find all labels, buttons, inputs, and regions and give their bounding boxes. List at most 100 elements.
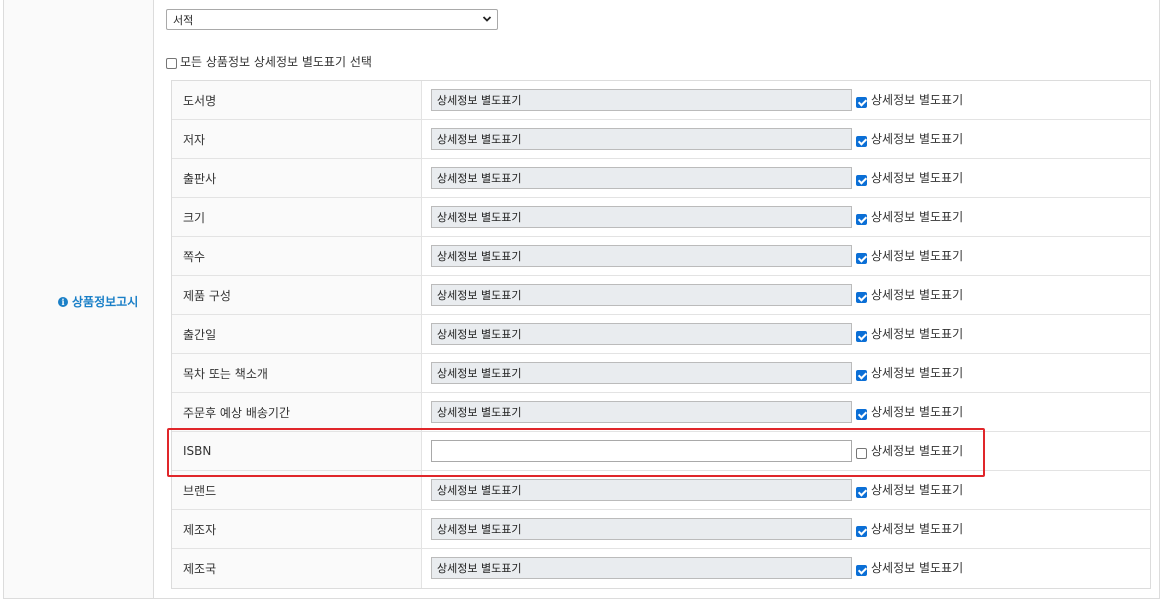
product-info-table: 도서명 상세정보 별도표기 상세정보 별도표기 저자 상세정보 별도표기 상세정보 별도표… (171, 80, 1151, 589)
row-value-input: 상세정보 별도표기 (431, 128, 852, 150)
row-separate-display-option[interactable]: 상세정보 별도표기 (856, 442, 963, 459)
row-label: 브랜드 (172, 471, 422, 509)
table-row: 목차 또는 책소개 상세정보 별도표기 상세정보 별도표기 (172, 354, 1150, 393)
row-label: 쪽수 (172, 237, 422, 275)
row-field-cell: 상세정보 별도표기 상세정보 별도표기 (422, 198, 1150, 236)
row-separate-display-option[interactable]: 상세정보 별도표기 (856, 559, 963, 576)
row-separate-display-option[interactable]: 상세정보 별도표기 (856, 247, 963, 264)
row-separate-display-option[interactable]: 상세정보 별도표기 (856, 130, 963, 147)
row-field-cell: 상세정보 별도표기 상세정보 별도표기 (422, 510, 1150, 548)
row-separate-display-option[interactable]: 상세정보 별도표기 (856, 364, 963, 381)
chevron-down-icon (482, 16, 492, 22)
row-separate-display-checkbox[interactable] (856, 136, 867, 147)
row-label: ISBN (172, 432, 422, 470)
row-label: 저자 (172, 120, 422, 158)
row-separate-display-option[interactable]: 상세정보 별도표기 (856, 325, 963, 342)
row-value-input[interactable] (431, 440, 852, 462)
row-separate-display-checkbox[interactable] (856, 448, 867, 459)
row-separate-display-checkbox[interactable] (856, 253, 867, 264)
row-value-input: 상세정보 별도표기 (431, 518, 852, 540)
row-separate-display-label: 상세정보 별도표기 (871, 171, 964, 185)
row-separate-display-option[interactable]: 상세정보 별도표기 (856, 403, 963, 420)
row-field-cell: 상세정보 별도표기 (422, 432, 1150, 470)
row-separate-display-label: 상세정보 별도표기 (871, 522, 964, 536)
table-row: 출간일 상세정보 별도표기 상세정보 별도표기 (172, 315, 1150, 354)
select-all-label: 모든 상품정보 상세정보 별도표기 선택 (180, 55, 372, 69)
row-value-input: 상세정보 별도표기 (431, 557, 852, 579)
row-value-input: 상세정보 별도표기 (431, 362, 852, 384)
info-icon: i (58, 296, 68, 307)
row-value-input: 상세정보 별도표기 (431, 323, 852, 345)
table-row: 저자 상세정보 별도표기 상세정보 별도표기 (172, 120, 1150, 159)
row-separate-display-checkbox[interactable] (856, 565, 867, 576)
row-label: 크기 (172, 198, 422, 236)
row-separate-display-checkbox[interactable] (856, 370, 867, 381)
row-separate-display-label: 상세정보 별도표기 (871, 210, 964, 224)
row-separate-display-checkbox[interactable] (856, 331, 867, 342)
row-separate-display-checkbox[interactable] (856, 175, 867, 186)
row-separate-display-label: 상세정보 별도표기 (871, 366, 964, 380)
row-separate-display-label: 상세정보 별도표기 (871, 93, 964, 107)
row-separate-display-option[interactable]: 상세정보 별도표기 (856, 91, 963, 108)
row-field-cell: 상세정보 별도표기 상세정보 별도표기 (422, 276, 1150, 314)
row-separate-display-option[interactable]: 상세정보 별도표기 (856, 208, 963, 225)
row-label: 주문후 예상 배송기간 (172, 393, 422, 431)
row-separate-display-option[interactable]: 상세정보 별도표기 (856, 520, 963, 537)
row-field-cell: 상세정보 별도표기 상세정보 별도표기 (422, 120, 1150, 158)
row-separate-display-label: 상세정보 별도표기 (871, 483, 964, 497)
select-all-option[interactable]: 모든 상품정보 상세정보 별도표기 선택 (166, 53, 372, 70)
row-separate-display-option[interactable]: 상세정보 별도표기 (856, 286, 963, 303)
row-separate-display-label: 상세정보 별도표기 (871, 327, 964, 341)
row-value-input: 상세정보 별도표기 (431, 479, 852, 501)
row-separate-display-label: 상세정보 별도표기 (871, 288, 964, 302)
row-field-cell: 상세정보 별도표기 상세정보 별도표기 (422, 315, 1150, 353)
row-label: 제조자 (172, 510, 422, 548)
product-info-panel: i 상품정보고시 서적 모든 상품정보 상세정보 별도표기 선택 도서명상세정보… (3, 0, 1160, 599)
row-separate-display-checkbox[interactable] (856, 409, 867, 420)
table-row: 쪽수 상세정보 별도표기 상세정보 별도표기 (172, 237, 1150, 276)
table-row: 제품 구성 상세정보 별도표기 상세정보 별도표기 (172, 276, 1150, 315)
row-separate-display-checkbox[interactable] (856, 97, 867, 108)
select-all-checkbox[interactable] (166, 57, 177, 69)
table-row: 브랜드 상세정보 별도표기 상세정보 별도표기 (172, 471, 1150, 510)
row-field-cell: 상세정보 별도표기 상세정보 별도표기 (422, 393, 1150, 431)
row-separate-display-option[interactable]: 상세정보 별도표기 (856, 169, 963, 186)
row-value-input: 상세정보 별도표기 (431, 401, 852, 423)
table-row: ISBN 상세정보 별도표기 (172, 432, 1150, 471)
category-select[interactable]: 서적 (166, 9, 498, 30)
row-separate-display-checkbox[interactable] (856, 214, 867, 225)
table-row: 도서명 상세정보 별도표기 상세정보 별도표기 (172, 81, 1150, 120)
table-row: 주문후 예상 배송기간 상세정보 별도표기 상세정보 별도표기 (172, 393, 1150, 432)
row-separate-display-checkbox[interactable] (856, 526, 867, 537)
row-value-input: 상세정보 별도표기 (431, 206, 852, 228)
row-value-input: 상세정보 별도표기 (431, 89, 852, 111)
row-field-cell: 상세정보 별도표기 상세정보 별도표기 (422, 471, 1150, 509)
table-row: 제조자 상세정보 별도표기 상세정보 별도표기 (172, 510, 1150, 549)
row-label: 도서명 (172, 81, 422, 119)
row-field-cell: 상세정보 별도표기 상세정보 별도표기 (422, 159, 1150, 197)
section-title-text: 상품정보고시 (72, 295, 139, 309)
row-separate-display-checkbox[interactable] (856, 292, 867, 303)
row-separate-display-option[interactable]: 상세정보 별도표기 (856, 481, 963, 498)
row-field-cell: 상세정보 별도표기 상세정보 별도표기 (422, 81, 1150, 119)
row-label: 제품 구성 (172, 276, 422, 314)
row-label: 제조국 (172, 549, 422, 588)
row-label: 출판사 (172, 159, 422, 197)
row-separate-display-label: 상세정보 별도표기 (871, 132, 964, 146)
row-value-input: 상세정보 별도표기 (431, 167, 852, 189)
row-value-input: 상세정보 별도표기 (431, 284, 852, 306)
row-separate-display-label: 상세정보 별도표기 (871, 561, 964, 575)
category-select-value: 서적 (173, 13, 194, 27)
row-label: 목차 또는 책소개 (172, 354, 422, 392)
row-separate-display-label: 상세정보 별도표기 (871, 249, 964, 263)
row-field-cell: 상세정보 별도표기 상세정보 별도표기 (422, 354, 1150, 392)
row-separate-display-label: 상세정보 별도표기 (871, 444, 964, 458)
row-field-cell: 상세정보 별도표기 상세정보 별도표기 (422, 549, 1150, 588)
row-label: 출간일 (172, 315, 422, 353)
row-field-cell: 상세정보 별도표기 상세정보 별도표기 (422, 237, 1150, 275)
row-value-input: 상세정보 별도표기 (431, 245, 852, 267)
section-title: i 상품정보고시 (58, 293, 138, 310)
row-separate-display-checkbox[interactable] (856, 487, 867, 498)
table-row: 크기 상세정보 별도표기 상세정보 별도표기 (172, 198, 1150, 237)
table-row: 출판사 상세정보 별도표기 상세정보 별도표기 (172, 159, 1150, 198)
